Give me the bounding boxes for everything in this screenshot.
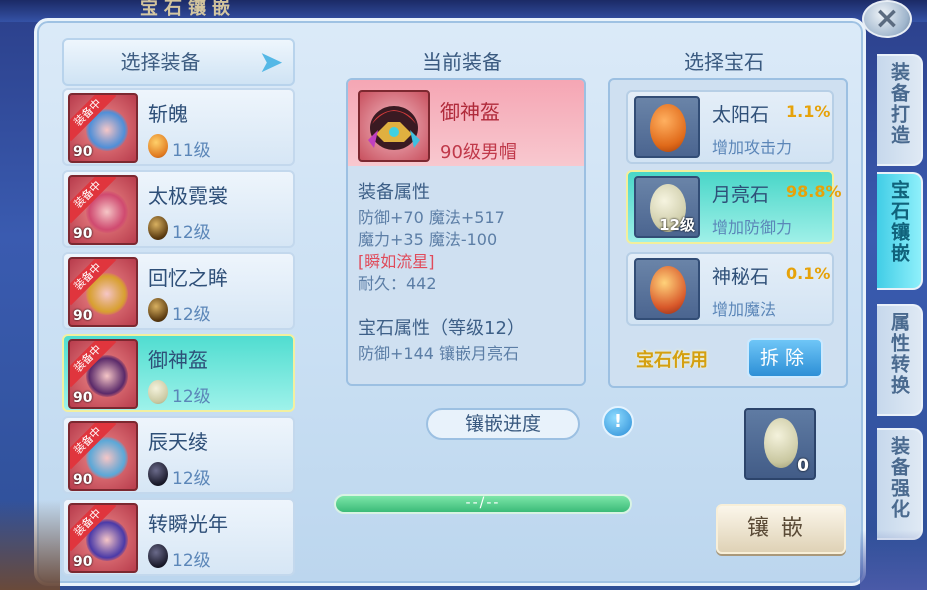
tab-equip-enhance[interactable]: 装备强化 xyxy=(877,428,923,540)
tab-gem-inlay[interactable]: 宝石镶嵌 xyxy=(877,172,923,290)
equipment-level: 90 xyxy=(73,308,93,324)
tab-equip-craft[interactable]: 装备打造 xyxy=(877,54,923,166)
close-button[interactable]: × xyxy=(862,0,912,38)
gem-description: 增加防御力 xyxy=(712,218,793,237)
moonstone-icon xyxy=(764,418,798,468)
gem-level: 12级 xyxy=(172,469,211,489)
progress-text: --/-- xyxy=(465,495,501,511)
equipment-level: 90 xyxy=(73,554,93,570)
current-equipment-title: 当前装备 xyxy=(422,50,502,74)
remove-gem-button[interactable]: 拆除 xyxy=(747,338,823,378)
equipment-thumbnail: 装备中 90 xyxy=(68,339,138,409)
info-icon[interactable]: ! xyxy=(602,406,634,438)
close-icon: × xyxy=(874,1,900,36)
equipment-level: 90 xyxy=(73,472,93,488)
equipment-level: 90 xyxy=(73,390,93,406)
gem-description: 增加攻击力 xyxy=(712,138,793,157)
helmet-icon xyxy=(358,90,430,162)
inventory-count: 0 xyxy=(797,456,809,476)
equipment-thumbnail: 装备中 90 xyxy=(68,421,138,491)
equipment-list-item[interactable]: 装备中 90 斩魄 11级 xyxy=(62,88,295,166)
gem-icon xyxy=(148,380,168,404)
gem-icon xyxy=(148,298,168,322)
equipment-list-item[interactable]: 装备中 90 太极霓裳 12级 xyxy=(62,170,295,248)
equipment-attributes-title: 装备属性 xyxy=(358,182,430,203)
gem-attributes-title: 宝石属性（等级12） xyxy=(358,318,525,339)
gem-percentage: 0.1% xyxy=(786,264,831,283)
tab-label: 属性转换 xyxy=(888,312,910,396)
decoration-right xyxy=(860,530,927,590)
equipment-thumbnail: 装备中 90 xyxy=(68,503,138,573)
equipment-thumbnail: 装备中 90 xyxy=(68,93,138,163)
gem-slot-level: 12级 xyxy=(659,216,695,234)
gem-slot xyxy=(634,258,700,320)
gem-percentage: 98.8% xyxy=(786,182,842,201)
equipment-list-item[interactable]: 装备中 90 辰天绫 12级 xyxy=(62,416,295,494)
equipment-name: 太极霓裳 xyxy=(148,184,228,208)
tab-label: 装备打造 xyxy=(888,62,910,146)
gem-slot xyxy=(634,96,700,158)
gem-icon xyxy=(148,544,168,568)
gem-level: 12级 xyxy=(172,305,211,325)
gem-option[interactable]: 神秘石 0.1% 增加魔法 xyxy=(626,252,834,326)
gem-name: 神秘石 xyxy=(712,266,770,288)
gem-stone-icon xyxy=(650,266,686,314)
equipment-name: 御神盔 xyxy=(440,100,500,124)
gem-attribute-line: 防御+144 镶嵌月亮石 xyxy=(358,344,520,363)
scroll-arrow-icon[interactable]: ➤ xyxy=(257,46,285,80)
equipment-list-item[interactable]: 装备中 90 回忆之眸 12级 xyxy=(62,252,295,330)
equipment-level: 90 xyxy=(73,226,93,242)
attribute-line: 魔力+35 魔法-100 xyxy=(358,230,498,249)
equipment-name: 回忆之眸 xyxy=(148,266,228,290)
gem-inventory-slot[interactable]: 0 xyxy=(744,408,816,480)
gem-icon xyxy=(148,216,168,240)
gem-level: 12级 xyxy=(172,387,211,407)
tab-attr-convert[interactable]: 属性转换 xyxy=(877,304,923,416)
header-label: 选择装备 xyxy=(120,50,201,74)
gem-slot: 12级 xyxy=(634,176,700,238)
inlay-button[interactable]: 镶嵌 xyxy=(716,504,846,554)
select-gem-title: 选择宝石 xyxy=(684,50,764,74)
gem-option[interactable]: 12级 月亮石 98.8% 增加防御力 xyxy=(626,170,842,244)
gem-icon xyxy=(148,134,168,158)
equipment-level: 90 xyxy=(73,144,93,160)
equipment-name: 转瞬光年 xyxy=(148,512,228,536)
durability: 耐久：442 xyxy=(358,274,437,293)
gem-level: 12级 xyxy=(172,223,211,243)
gem-description: 增加魔法 xyxy=(712,300,777,319)
special-attribute: [瞬如流星] xyxy=(358,252,435,271)
equipment-type: 90级男帽 xyxy=(440,142,517,163)
equipment-name: 御神盔 xyxy=(148,348,208,372)
gem-percentage: 1.1% xyxy=(786,102,831,121)
tab-label: 装备强化 xyxy=(888,436,910,520)
select-equipment-header: 选择装备 ➤ xyxy=(62,38,295,86)
gem-level: 12级 xyxy=(172,551,211,571)
gem-effect-link[interactable]: 宝石作用 xyxy=(636,346,708,372)
window-title: 宝石镶嵌 xyxy=(140,0,236,19)
attribute-line: 防御+70 魔法+517 xyxy=(358,208,505,227)
equipment-name: 斩魄 xyxy=(148,102,188,126)
equipment-name: 辰天绫 xyxy=(148,430,208,454)
tab-label: 宝石镶嵌 xyxy=(888,180,910,264)
decoration-left xyxy=(0,500,60,590)
equipment-header: 御神盔 90级男帽 xyxy=(348,80,584,166)
equipment-thumbnail: 装备中 90 xyxy=(68,257,138,327)
gem-stone-icon xyxy=(650,104,686,152)
equipment-thumbnail: 装备中 90 xyxy=(68,175,138,245)
gem-icon xyxy=(148,462,168,486)
inlay-progress-label: 镶嵌进度 xyxy=(426,408,580,440)
gem-name: 月亮石 xyxy=(712,184,770,206)
gem-option[interactable]: 太阳石 1.1% 增加攻击力 xyxy=(626,90,834,164)
gem-name: 太阳石 xyxy=(712,104,770,126)
equipment-list-item[interactable]: 装备中 90 转瞬光年 12级 xyxy=(62,498,295,576)
gem-level: 11级 xyxy=(172,141,211,161)
equipment-list-item[interactable]: 装备中 90 御神盔 12级 xyxy=(62,334,295,412)
current-equipment-card: 御神盔 90级男帽 装备属性 防御+70 魔法+517 魔力+35 魔法-100… xyxy=(346,78,586,386)
